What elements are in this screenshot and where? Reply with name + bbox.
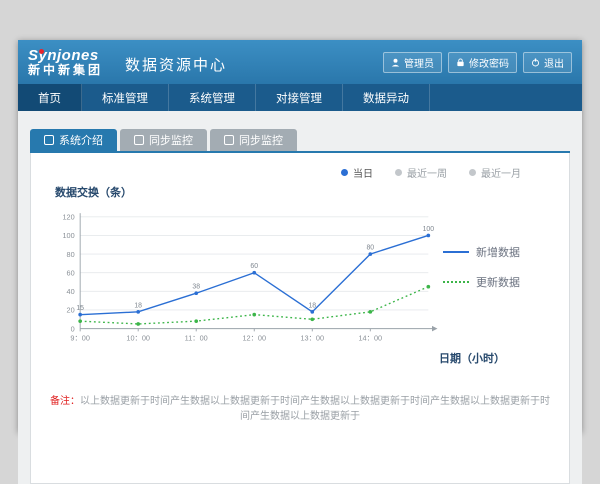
svg-text:14：00: 14：00 [359, 334, 383, 343]
filter-label: 最近一月 [481, 165, 521, 180]
tab-icon [134, 135, 144, 145]
tab-sync-monitor-2[interactable]: 同步监控 [210, 129, 297, 151]
admin-user-label: 管理员 [404, 55, 434, 70]
change-password-button[interactable]: 修改密码 [448, 52, 517, 73]
filter-last-week[interactable]: 最近一周 [395, 165, 447, 180]
svg-text:60: 60 [250, 263, 258, 270]
brand-subtitle: 新中新集团 [28, 64, 103, 77]
nav-item-standard-mgmt[interactable]: 标准管理 [82, 84, 169, 111]
tab-system-intro[interactable]: 系统介绍 [30, 129, 117, 151]
svg-text:15: 15 [76, 305, 84, 312]
svg-text:11：00: 11：00 [185, 334, 208, 343]
svg-text:10：00: 10：00 [126, 334, 150, 343]
page-title: 数据资源中心 [125, 54, 227, 75]
svg-text:60: 60 [67, 268, 75, 277]
svg-text:18: 18 [134, 302, 142, 309]
logout-button[interactable]: 退出 [523, 52, 572, 73]
tab-label: 同步监控 [149, 132, 193, 148]
svg-text:100: 100 [423, 226, 435, 233]
filter-dot-icon [341, 169, 348, 176]
filter-label: 当日 [353, 165, 373, 180]
legend-label: 新增数据 [476, 244, 520, 260]
filter-last-month[interactable]: 最近一月 [469, 165, 521, 180]
legend-item-updated-data[interactable]: 更新数据 [443, 274, 551, 290]
main-nav: 首页 标准管理 系统管理 对接管理 数据异动 [18, 84, 582, 111]
y-axis-title: 数据交换（条） [55, 184, 551, 200]
legend-label: 更新数据 [476, 274, 520, 290]
tab-icon [224, 135, 234, 145]
svg-text:40: 40 [67, 287, 75, 296]
svg-text:0: 0 [71, 324, 75, 333]
svg-text:18: 18 [308, 302, 316, 309]
top-header: Synjones 新中新集团 数据资源中心 管理员 修改密码 退出 [18, 40, 582, 84]
filter-today[interactable]: 当日 [341, 165, 373, 180]
legend-item-new-data[interactable]: 新增数据 [443, 244, 551, 260]
filter-label: 最近一周 [407, 165, 447, 180]
tab-label: 系统介绍 [59, 132, 103, 148]
filter-dot-icon [469, 169, 476, 176]
nav-item-home[interactable]: 首页 [18, 84, 82, 111]
chart-canvas: 0 20 40 60 80 100 120 9：00 10：00 11：00 12：00 13：00 1… [49, 204, 443, 349]
tab-sync-monitor-1[interactable]: 同步监控 [120, 129, 207, 151]
svg-text:80: 80 [366, 245, 374, 252]
power-icon [531, 58, 540, 67]
filter-dot-icon [395, 169, 402, 176]
logout-label: 退出 [544, 55, 564, 70]
change-password-label: 修改密码 [469, 55, 509, 70]
range-filter-legend: 当日 最近一周 最近一月 [49, 161, 551, 182]
content-area: 系统介绍 同步监控 同步监控 当日 [18, 111, 582, 484]
logo-accent-dot [39, 49, 44, 54]
green-dotted-sample-icon [443, 281, 469, 283]
svg-text:9：00: 9：00 [70, 334, 90, 343]
svg-text:13：00: 13：00 [300, 334, 324, 343]
footnote: 备注：以上数据更新于时间产生数据以上数据更新于时间产生数据以上数据更新于时间产生… [49, 392, 551, 422]
tab-label: 同步监控 [239, 132, 283, 148]
svg-text:100: 100 [62, 231, 74, 240]
nav-item-data-change[interactable]: 数据异动 [343, 84, 430, 111]
user-icon [391, 58, 400, 67]
admin-user-button[interactable]: 管理员 [383, 52, 442, 73]
tab-bar: 系统介绍 同步监控 同步监控 [30, 123, 570, 151]
nav-item-system-mgmt[interactable]: 系统管理 [169, 84, 256, 111]
chart-legend: 新增数据 更新数据 [443, 244, 551, 314]
svg-text:20: 20 [67, 306, 75, 315]
blue-line-sample-icon [443, 251, 469, 253]
svg-text:12：00: 12：00 [242, 334, 266, 343]
app-window: Synjones 新中新集团 数据资源中心 管理员 修改密码 退出 首页 标准管… [18, 40, 582, 432]
footnote-tag: 备注： [50, 396, 80, 407]
nav-item-connection-mgmt[interactable]: 对接管理 [256, 84, 343, 111]
tab-icon [44, 135, 54, 145]
svg-text:38: 38 [192, 284, 200, 291]
chart-card: 当日 最近一周 最近一月 数据交换（条） 0 20 40 60 80 100 120 9：00… [30, 153, 570, 484]
lock-icon [456, 58, 465, 67]
svg-text:80: 80 [67, 250, 75, 259]
brand-logo: Synjones 新中新集团 [28, 48, 103, 76]
footnote-text: 以上数据更新于时间产生数据以上数据更新于时间产生数据以上数据更新于时间产生数据以… [80, 396, 550, 422]
line-chart: 0 20 40 60 80 100 120 9：00 10：00 11：00 12：00 13：00 1… [49, 204, 443, 354]
svg-text:120: 120 [62, 213, 74, 222]
